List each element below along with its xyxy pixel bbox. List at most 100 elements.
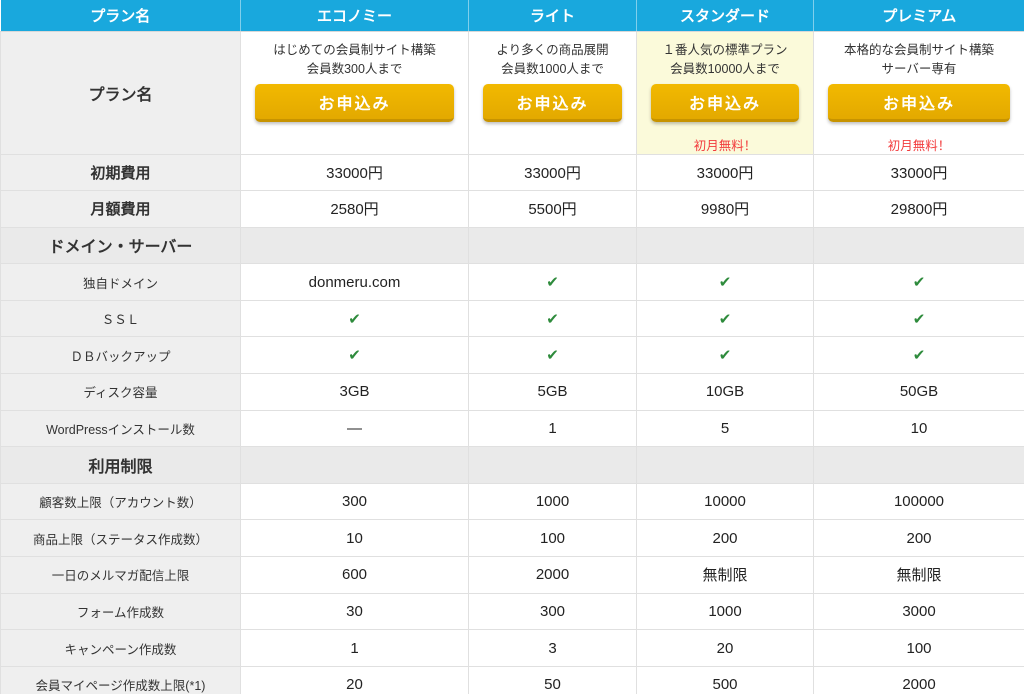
table-row: 一日のメルマガ配信上限 600 2000 無制限 無制限	[0, 556, 1024, 594]
cell-standard: 20	[636, 629, 814, 667]
row-label: 利用制限	[0, 446, 241, 484]
cell-standard	[636, 446, 814, 484]
cell-light: 5500円	[468, 190, 637, 228]
cell-light: ✔	[468, 263, 637, 301]
plan-row-label: プラン名	[0, 31, 241, 155]
plan-description-line2: 会員数10000人まで	[670, 61, 780, 76]
cell-premium: ✔	[813, 336, 1024, 375]
pricing-page: プラン名 エコノミー ライト スタンダード プレミアム プラン名 はじめての会員…	[0, 0, 1024, 694]
header-standard: スタンダード	[636, 0, 814, 32]
cell-premium	[813, 446, 1024, 484]
table-row: 利用制限	[0, 446, 1024, 484]
table-row: 顧客数上限（アカウント数） 300 1000 10000 100000	[0, 482, 1024, 521]
table-row: 会員マイページ作成数上限(*1) 20 50 500 2000	[0, 665, 1024, 694]
cell-economy: 1	[240, 629, 469, 667]
cell-premium: 200	[813, 519, 1024, 558]
cell-standard: ✔	[636, 299, 814, 338]
cell-economy: 600	[240, 556, 469, 594]
row-label: 独自ドメイン	[0, 263, 241, 301]
cell-light: ✔	[468, 299, 637, 338]
plan-row: プラン名 はじめての会員制サイト構築 会員数300人まで お申込み より多くの商…	[0, 31, 1024, 155]
cell-light: 1	[468, 409, 637, 448]
row-label: フォーム作成数	[0, 592, 241, 631]
row-label: ＤＢバックアップ	[0, 336, 241, 375]
cell-light: 1000	[468, 482, 637, 521]
row-label: 初期費用	[0, 153, 241, 192]
apply-button-standard[interactable]: お申込み	[651, 83, 799, 122]
plan-description-line2: サーバー専有	[881, 61, 957, 76]
cell-economy: ✔	[240, 336, 469, 375]
row-label: 商品上限（ステータス作成数）	[0, 519, 241, 558]
cell-economy	[240, 446, 469, 484]
first-month-free-note	[469, 135, 636, 150]
plan-cell-light: より多くの商品展開 会員数1000人まで お申込み	[468, 31, 637, 155]
pricing-table: プラン名 エコノミー ライト スタンダード プレミアム プラン名 はじめての会員…	[0, 0, 1024, 694]
cell-light: 33000円	[468, 153, 637, 192]
cell-economy: ✔	[240, 299, 469, 338]
cell-standard: 200	[636, 519, 814, 558]
cell-light: 50	[468, 665, 637, 694]
cell-standard: ✔	[636, 336, 814, 375]
cell-economy: —	[240, 409, 469, 448]
cell-economy: 30	[240, 592, 469, 631]
cell-economy: 33000円	[240, 153, 469, 192]
cell-premium: 3000	[813, 592, 1024, 631]
plan-description-line1: 本格的な会員制サイト構築	[843, 43, 994, 57]
cell-economy: 3GB	[240, 373, 469, 411]
cell-premium: 2000	[813, 665, 1024, 694]
table-row: 独自ドメイン donmeru.com ✔ ✔ ✔	[0, 263, 1024, 301]
row-label: ドメイン・サーバー	[0, 226, 241, 265]
cell-light: 2000	[468, 556, 637, 594]
cell-light: 100	[468, 519, 637, 558]
cell-standard: 5	[636, 409, 814, 448]
cell-light: ✔	[468, 336, 637, 375]
cell-premium: 100	[813, 629, 1024, 667]
table-row: WordPressインストール数 — 1 5 10	[0, 409, 1024, 448]
apply-button-premium[interactable]: お申込み	[828, 83, 1010, 122]
cell-premium: 50GB	[813, 373, 1024, 411]
apply-button-economy[interactable]: お申込み	[255, 83, 454, 122]
cell-light: 5GB	[468, 373, 637, 411]
header-premium: プレミアム	[813, 0, 1024, 32]
table-body: プラン名 はじめての会員制サイト構築 会員数300人まで お申込み より多くの商…	[0, 31, 1024, 694]
table-row: ＤＢバックアップ ✔ ✔ ✔ ✔	[0, 336, 1024, 375]
row-label: ディスク容量	[0, 373, 241, 411]
apply-button-light[interactable]: お申込み	[483, 83, 622, 122]
cell-standard: 10GB	[636, 373, 814, 411]
cell-light: 300	[468, 592, 637, 631]
table-row: フォーム作成数 30 300 1000 3000	[0, 592, 1024, 631]
cell-economy: 10	[240, 519, 469, 558]
plan-description-line1: より多くの商品展開	[496, 43, 609, 57]
plan-cell-economy: はじめての会員制サイト構築 会員数300人まで お申込み	[240, 31, 469, 155]
header-light: ライト	[468, 0, 637, 32]
row-label: WordPressインストール数	[0, 409, 241, 448]
cell-premium: 33000円	[813, 153, 1024, 192]
plan-cell-premium: 本格的な会員制サイト構築 サーバー専有 お申込み 初月無料！	[813, 31, 1024, 155]
cell-premium: ✔	[813, 263, 1024, 301]
row-label: キャンペーン作成数	[0, 629, 241, 667]
table-row: ドメイン・サーバー	[0, 226, 1024, 265]
cell-light: 3	[468, 629, 637, 667]
plan-description-line2: 会員数1000人まで	[501, 61, 604, 76]
row-label: 月額費用	[0, 190, 241, 228]
cell-standard	[636, 226, 814, 265]
cell-premium: ✔	[813, 299, 1024, 338]
row-label: ＳＳＬ	[0, 299, 241, 338]
cell-premium: 10	[813, 409, 1024, 448]
cell-economy	[240, 226, 469, 265]
cell-light	[468, 446, 637, 484]
plan-description-line1: はじめての会員制サイト構築	[273, 43, 436, 57]
header-row: プラン名 エコノミー ライト スタンダード プレミアム	[0, 0, 1024, 32]
cell-economy: 20	[240, 665, 469, 694]
cell-standard: 無制限	[636, 556, 814, 594]
table-row: 初期費用 33000円 33000円 33000円 33000円	[0, 153, 1024, 192]
first-month-free-note	[241, 135, 468, 150]
table-row: 商品上限（ステータス作成数） 10 100 200 200	[0, 519, 1024, 558]
plan-description-line1: １番人気の標準プラン	[662, 43, 788, 57]
first-month-free-note: 初月無料！	[887, 138, 951, 153]
cell-premium: 29800円	[813, 190, 1024, 228]
cell-standard: 500	[636, 665, 814, 694]
header-economy: エコノミー	[240, 0, 469, 32]
cell-standard: ✔	[636, 263, 814, 301]
table-row: ディスク容量 3GB 5GB 10GB 50GB	[0, 373, 1024, 411]
